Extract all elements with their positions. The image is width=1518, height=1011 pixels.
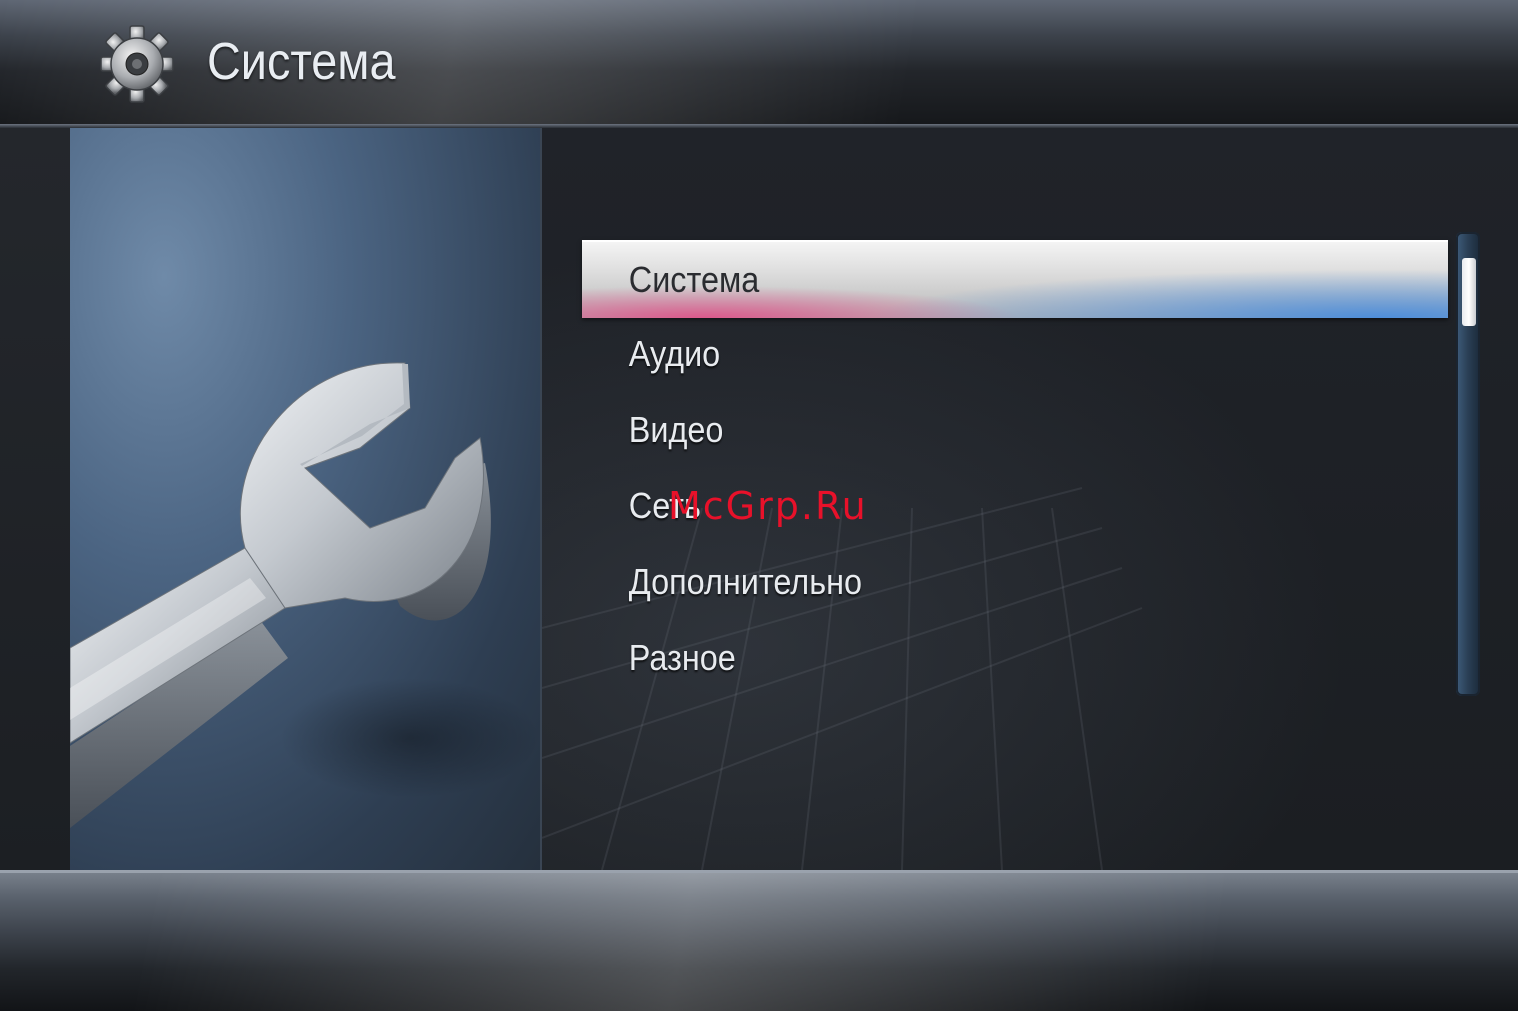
menu-item-label: Видео — [628, 409, 724, 450]
menu-item-label: Разное — [628, 637, 736, 678]
menu-item-label: Аудио — [628, 333, 721, 374]
wrench-icon — [70, 362, 540, 828]
left-edge-strip — [0, 128, 70, 870]
footer-divider — [0, 870, 1518, 873]
footer-bar — [0, 870, 1518, 1011]
scrollbar-thumb[interactable] — [1462, 258, 1476, 326]
gear-icon — [100, 20, 174, 106]
menu-item-audio[interactable]: Аудио — [582, 316, 1448, 392]
menu-item-label: Система — [628, 259, 760, 300]
menu-item-label: Дополнительно — [628, 561, 862, 602]
menu-item-system[interactable]: Система — [582, 240, 1448, 318]
watermark: McGrp.Ru — [668, 484, 868, 528]
menu-item-advanced[interactable]: Дополнительно — [582, 544, 1448, 620]
illustration-panel — [70, 128, 542, 870]
menu-item-video[interactable]: Видео — [582, 392, 1448, 468]
page-title: Система — [207, 33, 396, 91]
menu-item-misc[interactable]: Разное — [582, 620, 1448, 696]
